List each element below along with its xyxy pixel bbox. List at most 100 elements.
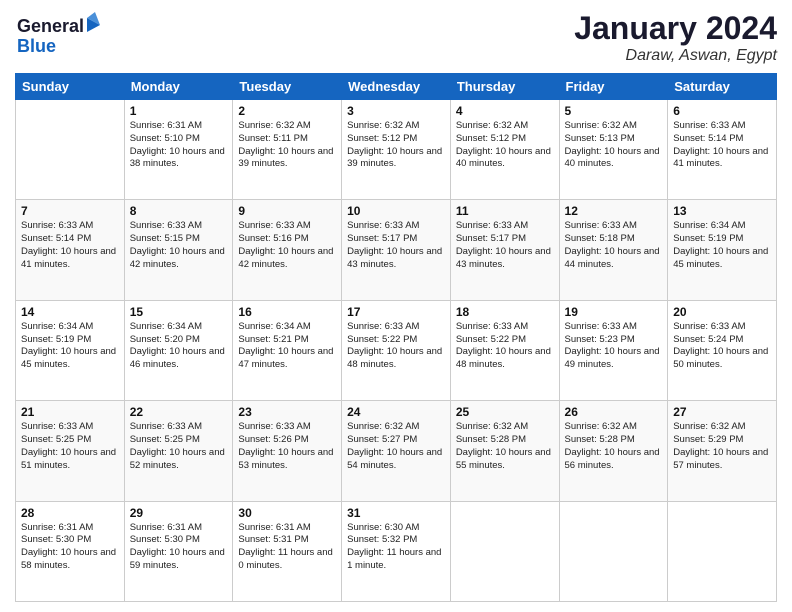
table-row: 1Sunrise: 6:31 AMSunset: 5:10 PMDaylight… [124, 100, 233, 200]
location: Daraw, Aswan, Egypt [574, 47, 777, 65]
table-row: 13Sunrise: 6:34 AMSunset: 5:19 PMDayligh… [668, 200, 777, 300]
daylight-text: Daylight: 10 hours and 51 minutes. [21, 447, 119, 473]
logo: General Blue [15, 10, 105, 65]
day-number: 14 [21, 305, 119, 319]
sunset-text: Sunset: 5:13 PM [565, 133, 663, 146]
daylight-text: Daylight: 10 hours and 59 minutes. [130, 547, 228, 573]
daylight-text: Daylight: 10 hours and 43 minutes. [456, 246, 554, 272]
sunrise-text: Sunrise: 6:32 AM [238, 120, 336, 133]
day-number: 23 [238, 405, 336, 419]
day-number: 20 [673, 305, 771, 319]
sunset-text: Sunset: 5:28 PM [565, 434, 663, 447]
table-row [559, 501, 668, 601]
day-info: Sunrise: 6:33 AMSunset: 5:25 PMDaylight:… [21, 421, 119, 472]
month-title: January 2024 [574, 10, 777, 47]
sunrise-text: Sunrise: 6:32 AM [565, 120, 663, 133]
col-tuesday: Tuesday [233, 74, 342, 100]
title-area: January 2024 Daraw, Aswan, Egypt [574, 10, 777, 65]
daylight-text: Daylight: 11 hours and 0 minutes. [238, 547, 336, 573]
header: General Blue January 2024 Daraw, Aswan, … [15, 10, 777, 65]
table-row [16, 100, 125, 200]
table-row: 28Sunrise: 6:31 AMSunset: 5:30 PMDayligh… [16, 501, 125, 601]
day-info: Sunrise: 6:32 AMSunset: 5:12 PMDaylight:… [456, 120, 554, 171]
daylight-text: Daylight: 10 hours and 50 minutes. [673, 346, 771, 372]
sunset-text: Sunset: 5:23 PM [565, 334, 663, 347]
daylight-text: Daylight: 10 hours and 57 minutes. [673, 447, 771, 473]
day-info: Sunrise: 6:32 AMSunset: 5:29 PMDaylight:… [673, 421, 771, 472]
day-info: Sunrise: 6:33 AMSunset: 5:24 PMDaylight:… [673, 321, 771, 372]
day-number: 1 [130, 104, 228, 118]
day-number: 10 [347, 204, 445, 218]
sunset-text: Sunset: 5:19 PM [673, 233, 771, 246]
table-row: 15Sunrise: 6:34 AMSunset: 5:20 PMDayligh… [124, 300, 233, 400]
sunset-text: Sunset: 5:20 PM [130, 334, 228, 347]
table-row [668, 501, 777, 601]
day-info: Sunrise: 6:33 AMSunset: 5:15 PMDaylight:… [130, 220, 228, 271]
sunrise-text: Sunrise: 6:33 AM [130, 220, 228, 233]
day-number: 27 [673, 405, 771, 419]
table-row: 11Sunrise: 6:33 AMSunset: 5:17 PMDayligh… [450, 200, 559, 300]
day-number: 25 [456, 405, 554, 419]
day-info: Sunrise: 6:33 AMSunset: 5:22 PMDaylight:… [456, 321, 554, 372]
daylight-text: Daylight: 10 hours and 48 minutes. [347, 346, 445, 372]
daylight-text: Daylight: 10 hours and 58 minutes. [21, 547, 119, 573]
table-row: 29Sunrise: 6:31 AMSunset: 5:30 PMDayligh… [124, 501, 233, 601]
day-number: 31 [347, 506, 445, 520]
week-row-2: 14 Sunrise: 6:34 AMSunset: 5:19 PMDayligh… [16, 300, 777, 400]
table-row: 5Sunrise: 6:32 AMSunset: 5:13 PMDaylight… [559, 100, 668, 200]
table-row: 25Sunrise: 6:32 AMSunset: 5:28 PMDayligh… [450, 401, 559, 501]
daylight-text: Daylight: 10 hours and 56 minutes. [565, 447, 663, 473]
table-row: 3Sunrise: 6:32 AMSunset: 5:12 PMDaylight… [342, 100, 451, 200]
day-info: Sunrise: 6:33 AMSunset: 5:14 PMDaylight:… [21, 220, 119, 271]
page: General Blue January 2024 Daraw, Aswan, … [0, 0, 792, 612]
day-info: Sunrise: 6:33 AMSunset: 5:17 PMDaylight:… [456, 220, 554, 271]
day-number: 30 [238, 506, 336, 520]
col-thursday: Thursday [450, 74, 559, 100]
col-wednesday: Wednesday [342, 74, 451, 100]
day-info: Sunrise: 6:33 AMSunset: 5:25 PMDaylight:… [130, 421, 228, 472]
table-row: 8Sunrise: 6:33 AMSunset: 5:15 PMDaylight… [124, 200, 233, 300]
svg-text:Blue: Blue [17, 36, 56, 56]
sunset-text: Sunset: 5:15 PM [130, 233, 228, 246]
sunrise-text: Sunrise: 6:33 AM [673, 321, 771, 334]
sunset-text: Sunset: 5:19 PM [21, 334, 119, 347]
daylight-text: Daylight: 10 hours and 47 minutes. [238, 346, 336, 372]
day-number: 5 [565, 104, 663, 118]
calendar-table: Sunday Monday Tuesday Wednesday Thursday… [15, 73, 777, 602]
table-row: 18Sunrise: 6:33 AMSunset: 5:22 PMDayligh… [450, 300, 559, 400]
sunrise-text: Sunrise: 6:33 AM [21, 220, 119, 233]
day-number: 9 [238, 204, 336, 218]
logo-icon: General Blue [15, 10, 105, 60]
daylight-text: Daylight: 10 hours and 44 minutes. [565, 246, 663, 272]
day-info: Sunrise: 6:32 AMSunset: 5:11 PMDaylight:… [238, 120, 336, 171]
daylight-text: Daylight: 10 hours and 54 minutes. [347, 447, 445, 473]
day-info: Sunrise: 6:34 AMSunset: 5:20 PMDaylight:… [130, 321, 228, 372]
table-row: 17Sunrise: 6:33 AMSunset: 5:22 PMDayligh… [342, 300, 451, 400]
week-row-4: 28Sunrise: 6:31 AMSunset: 5:30 PMDayligh… [16, 501, 777, 601]
day-number: 24 [347, 405, 445, 419]
sunset-text: Sunset: 5:16 PM [238, 233, 336, 246]
week-row-0: 1Sunrise: 6:31 AMSunset: 5:10 PMDaylight… [16, 100, 777, 200]
sunset-text: Sunset: 5:14 PM [673, 133, 771, 146]
sunset-text: Sunset: 5:31 PM [238, 534, 336, 547]
sunrise-text: Sunrise: 6:32 AM [456, 120, 554, 133]
sunrise-text: Sunrise: 6:33 AM [456, 321, 554, 334]
day-number: 26 [565, 405, 663, 419]
day-number: 17 [347, 305, 445, 319]
day-info: Sunrise: 6:33 AMSunset: 5:14 PMDaylight:… [673, 120, 771, 171]
sunset-text: Sunset: 5:21 PM [238, 334, 336, 347]
daylight-text: Daylight: 10 hours and 52 minutes. [130, 447, 228, 473]
sunset-text: Sunset: 5:12 PM [456, 133, 554, 146]
day-number: 29 [130, 506, 228, 520]
day-number: 12 [565, 204, 663, 218]
day-info: Sunrise: 6:34 AMSunset: 5:19 PMDaylight:… [21, 321, 119, 372]
table-row: 24Sunrise: 6:32 AMSunset: 5:27 PMDayligh… [342, 401, 451, 501]
daylight-text: Daylight: 10 hours and 39 minutes. [347, 146, 445, 172]
daylight-text: Daylight: 10 hours and 38 minutes. [130, 146, 228, 172]
sunset-text: Sunset: 5:18 PM [565, 233, 663, 246]
daylight-text: Daylight: 10 hours and 48 minutes. [456, 346, 554, 372]
week-row-3: 21Sunrise: 6:33 AMSunset: 5:25 PMDayligh… [16, 401, 777, 501]
day-info: Sunrise: 6:30 AMSunset: 5:32 PMDaylight:… [347, 522, 445, 573]
table-row: 4Sunrise: 6:32 AMSunset: 5:12 PMDaylight… [450, 100, 559, 200]
sunrise-text: Sunrise: 6:33 AM [565, 220, 663, 233]
